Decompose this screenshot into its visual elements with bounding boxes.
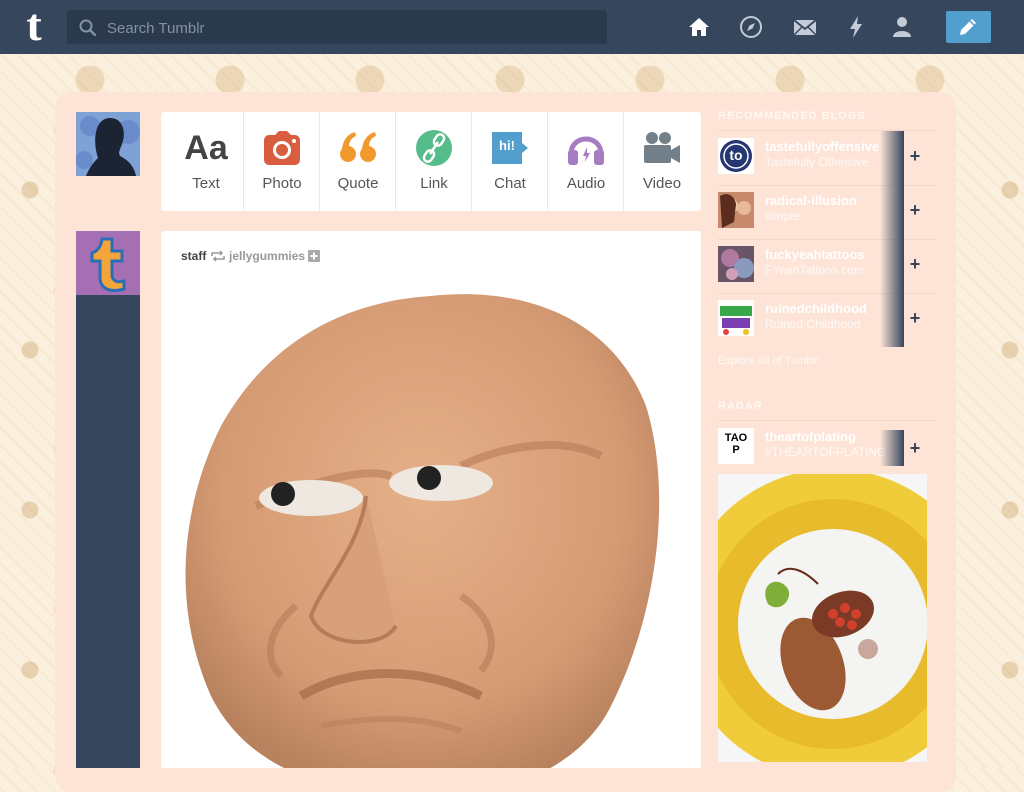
search-icon (79, 19, 96, 36)
post-author-link[interactable]: staff (181, 249, 206, 263)
post-type-text[interactable]: Aa Text (168, 112, 244, 211)
post-type-label: Chat (494, 175, 526, 192)
follow-plus-icon[interactable] (308, 249, 321, 262)
search-box[interactable] (67, 10, 607, 46)
text-icon: Aa (184, 129, 228, 167)
radar-post-photo[interactable] (718, 474, 927, 762)
blog-name[interactable]: fuckyeahtattoos (765, 247, 890, 262)
row-fade (880, 185, 904, 239)
home-icon[interactable] (686, 14, 712, 40)
blog-title: Tastefully Offensive (765, 155, 869, 169)
row-fade (880, 430, 904, 466)
plated-dish-image (718, 474, 927, 762)
blog-title: #THEARTOFPLATING (765, 445, 887, 459)
search-input[interactable] (105, 10, 599, 46)
headphones-icon (568, 136, 604, 165)
row-fade (880, 131, 904, 185)
chat-glyph: hi! (499, 138, 515, 153)
link-icon (416, 130, 452, 166)
post-photo-face[interactable] (161, 276, 701, 768)
post-type-link[interactable]: Link (396, 112, 472, 211)
inbox-icon[interactable] (792, 14, 818, 40)
tumblr-logo[interactable]: t (13, 2, 55, 48)
reblog-icon (210, 250, 225, 262)
blog-avatar[interactable] (718, 300, 754, 336)
explore-icon[interactable] (738, 14, 764, 40)
activity-icon[interactable] (843, 14, 869, 40)
post-type-label: Text (192, 175, 220, 192)
post-type-video[interactable]: Video (624, 112, 700, 211)
recommended-blog-row[interactable]: ruinedchildhood Ruined Childhood + (718, 293, 936, 347)
post-type-photo[interactable]: Photo (244, 112, 320, 211)
blog-name[interactable]: theartofplating (765, 429, 890, 444)
radar-blog-row[interactable]: TAO P theartofplating #THEARTOFPLATING + (718, 421, 936, 475)
row-fade (880, 293, 904, 347)
tumblr-t-icon (90, 237, 126, 292)
follow-button[interactable]: + (904, 437, 926, 459)
post-type-audio[interactable]: Audio (548, 112, 624, 211)
blog-title: Ruined Childhood (765, 317, 861, 331)
post-type-label: Audio (566, 175, 606, 192)
blog-avatar[interactable] (718, 192, 754, 228)
camera-icon (264, 131, 300, 165)
blog-title: simple (765, 209, 800, 223)
radar-heading: RADAR (718, 400, 763, 412)
follow-button[interactable]: + (904, 199, 926, 221)
explore-all-link[interactable]: Explore all of Tumblr (718, 355, 818, 367)
blog-avatar-text: to (729, 147, 743, 163)
recommended-blogs-heading: RECOMMENDED BLOGS (718, 110, 866, 122)
post-type-chat[interactable]: hi! Chat (472, 112, 548, 211)
account-icon[interactable] (889, 14, 915, 40)
post-type-label: Photo (262, 175, 302, 192)
blog-name[interactable]: tastefullyoffensive (765, 139, 890, 154)
silhouette-icon (76, 116, 140, 176)
follow-button[interactable]: + (904, 145, 926, 167)
post-type-label: Link (420, 175, 448, 192)
post-type-bar: Aa Text Photo Quote Link hi! Chat Audio … (161, 112, 701, 211)
post-author-avatar[interactable] (76, 231, 140, 295)
recommended-blog-row[interactable]: fuckyeahtattoos FYeahTattoos.com + (718, 239, 936, 293)
blog-name[interactable]: radical-illusion (765, 193, 890, 208)
compose-button[interactable] (946, 11, 991, 43)
reblog-source-link[interactable]: jellygummies (229, 249, 305, 263)
top-navigation-bar: t (0, 0, 1024, 54)
pencil-icon (960, 19, 976, 35)
recommended-blog-row[interactable]: radical-illusion simple + (718, 185, 936, 239)
follow-button[interactable]: + (904, 253, 926, 275)
dashboard-post: staff jellygummies (161, 231, 701, 768)
blog-title: FYeahTattoos.com (765, 263, 864, 277)
video-camera-icon (644, 132, 680, 163)
post-type-label: Video (642, 175, 682, 192)
post-header: staff jellygummies (181, 247, 321, 263)
row-fade (880, 239, 904, 293)
post-type-quote[interactable]: Quote (320, 112, 396, 211)
user-avatar[interactable] (76, 112, 140, 176)
blog-avatar-text: TAO P (724, 432, 748, 456)
blog-name[interactable]: ruinedchildhood (765, 301, 890, 316)
post-type-label: Quote (337, 175, 379, 192)
post-author-column (76, 295, 140, 768)
blog-avatar[interactable] (718, 246, 754, 282)
recommended-blog-row[interactable]: to tastefullyoffensive Tastefully Offens… (718, 131, 936, 185)
quote-icon (340, 132, 376, 162)
follow-button[interactable]: + (904, 307, 926, 329)
